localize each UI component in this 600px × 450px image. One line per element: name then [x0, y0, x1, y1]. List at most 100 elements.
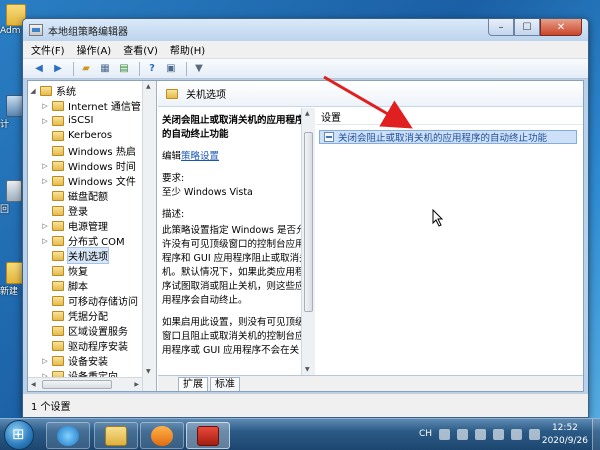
menu-bar: 文件(F) 操作(A) 查看(V) 帮助(H): [23, 41, 588, 59]
description-scroll-thumb[interactable]: [304, 132, 313, 312]
tree-item[interactable]: ▷ Windows 时间: [28, 158, 156, 173]
export-list-icon[interactable]: ▤: [116, 61, 132, 76]
description-scrollbar[interactable]: ▲ ▼: [301, 108, 315, 375]
edit-prefix: 编辑: [162, 151, 182, 162]
network-icon[interactable]: [511, 429, 522, 440]
minimize-button[interactable]: –: [488, 19, 514, 36]
tree-item[interactable]: 脚本: [28, 278, 156, 293]
taskbar-explorer[interactable]: [94, 422, 138, 449]
expand-arrow-icon[interactable]: ▷: [40, 102, 50, 110]
tree-item[interactable]: ◢ 系统: [28, 83, 156, 98]
tree-item-label: 恢复: [68, 267, 88, 278]
tree-item[interactable]: ▷ 电源管理: [28, 218, 156, 233]
title-bar[interactable]: 本地组策略编辑器 – ☐ ✕: [23, 19, 588, 41]
folder-icon: [52, 220, 64, 231]
tree-item[interactable]: 可移动存储访问: [28, 293, 156, 308]
tab-standard[interactable]: 标准: [210, 377, 240, 391]
close-button[interactable]: ✕: [540, 19, 582, 36]
expand-arrow-icon[interactable]: ▷: [40, 162, 50, 170]
tree-item[interactable]: ▷ Internet 通信管: [28, 98, 156, 113]
tree-item[interactable]: 恢复: [28, 263, 156, 278]
expand-arrow-icon[interactable]: ▷: [40, 177, 50, 185]
group-policy-icon: [197, 425, 219, 446]
taskbar-ie[interactable]: [46, 422, 90, 449]
tree-item[interactable]: 关机选项: [28, 247, 156, 264]
policy-title: 关闭会阻止或取消关机的应用程序的自动终止功能: [162, 115, 305, 140]
up-folder-icon[interactable]: ▰: [78, 61, 94, 76]
folder-icon: [52, 250, 64, 261]
tree-item[interactable]: 凭据分配: [28, 308, 156, 323]
tree-item[interactable]: ▷ 设备安装: [28, 353, 156, 368]
folder-icon: [52, 205, 64, 216]
keyboard-icon[interactable]: [439, 429, 450, 440]
expand-arrow-icon[interactable]: ▷: [40, 222, 50, 230]
tree-item[interactable]: Kerberos: [28, 128, 156, 143]
settings-column-header[interactable]: 设置: [316, 108, 583, 125]
tree-horizontal-scrollbar[interactable]: ◀ ▶: [28, 377, 142, 391]
tree-item[interactable]: ▷ Windows 文件: [28, 173, 156, 188]
taskbar-group-policy[interactable]: [186, 422, 230, 449]
folder-icon: [52, 265, 64, 276]
help-tray-icon[interactable]: [457, 429, 468, 440]
language-indicator[interactable]: CH: [419, 429, 432, 440]
volume-icon[interactable]: [529, 429, 540, 440]
folder-icon: [52, 160, 64, 171]
description-text-continued: 如果启用此设置，则没有可见顶级窗口且阻止或取消关机的控制台应用程序或 GUI 应…: [162, 317, 305, 356]
properties-icon[interactable]: ▣: [163, 61, 179, 76]
setting-label: 关闭会阻止或取消关机的应用程序的自动终止功能: [338, 133, 548, 144]
filter-icon[interactable]: ▼: [191, 61, 207, 76]
expand-arrow-icon[interactable]: ▷: [40, 117, 50, 125]
start-button[interactable]: [4, 420, 34, 450]
taskbar-media-player[interactable]: [140, 422, 184, 449]
status-bar: 1 个设置: [23, 393, 588, 417]
folder-icon: [52, 295, 64, 306]
explorer-icon: [105, 425, 127, 446]
setting-row-selected[interactable]: 关闭会阻止或取消关机的应用程序的自动终止功能: [319, 130, 577, 144]
toolbar: ◀ ▶ ▰ ▦ ▤ ? ▣ ▼: [23, 59, 588, 79]
view-tabs: 扩展 标准: [158, 375, 583, 391]
taskbar: CH 12:52 2020/9/26: [0, 418, 600, 450]
tree-item-label: Windows 热启: [68, 147, 136, 158]
maximize-button[interactable]: ☐: [514, 19, 540, 36]
tree-item[interactable]: 磁盘配额: [28, 188, 156, 203]
toolbar-separator: [139, 61, 140, 76]
clock[interactable]: 12:52 2020/9/26: [542, 422, 588, 448]
folder-icon: [52, 340, 64, 351]
edit-policy-link[interactable]: 策略设置: [181, 151, 219, 162]
tree-item[interactable]: ▷ 分布式 COM: [28, 233, 156, 248]
expand-arrow-icon[interactable]: ▷: [40, 237, 50, 245]
show-hide-tree-icon[interactable]: ▦: [97, 61, 113, 76]
tree-item-label: 分布式 COM: [68, 237, 125, 248]
window-controls: – ☐ ✕: [488, 19, 582, 36]
menu-file[interactable]: 文件(F): [31, 42, 65, 57]
expand-arrow-icon[interactable]: ◢: [28, 87, 38, 95]
tree-item[interactable]: 登录: [28, 203, 156, 218]
show-desktop-button[interactable]: [592, 419, 600, 450]
forward-icon[interactable]: ▶: [50, 61, 66, 76]
tree-item-label: 登录: [68, 207, 88, 218]
navigation-tree: ◢ 系统 ▷ Internet 通信管 ▷ iSCSI Kerberos Windows 热启…: [28, 81, 157, 391]
menu-action[interactable]: 操作(A): [77, 42, 112, 57]
back-icon[interactable]: ◀: [31, 61, 47, 76]
tree-item[interactable]: 区域设置服务: [28, 323, 156, 338]
tree-item-label: 磁盘配额: [68, 192, 108, 203]
media-player-icon: [151, 425, 173, 446]
tree-horizontal-thumb[interactable]: [42, 380, 112, 389]
tree-item[interactable]: Windows 热启: [28, 143, 156, 158]
tree-item-label: Windows 文件: [68, 177, 136, 188]
description-label: 描述:: [162, 209, 185, 220]
flag-icon[interactable]: [493, 429, 504, 440]
tree-item[interactable]: 驱动程序安装: [28, 338, 156, 353]
help-icon[interactable]: ?: [144, 61, 160, 76]
details-header-title: 关机选项: [186, 90, 226, 101]
expand-arrow-icon[interactable]: ▷: [40, 357, 50, 365]
menu-help[interactable]: 帮助(H): [170, 42, 205, 57]
tree-item-label: Internet 通信管: [68, 102, 141, 113]
tree-item[interactable]: ▷ iSCSI: [28, 113, 156, 128]
gpedit-window: 本地组策略编辑器 – ☐ ✕ 文件(F) 操作(A) 查看(V) 帮助(H) ◀…: [22, 18, 589, 418]
settings-tray-icon[interactable]: [475, 429, 486, 440]
tab-extended[interactable]: 扩展: [178, 377, 208, 391]
tree-vertical-scrollbar[interactable]: ▲ ▼: [142, 81, 156, 391]
menu-view[interactable]: 查看(V): [123, 42, 158, 57]
tree-item-label: Windows 时间: [68, 162, 136, 173]
